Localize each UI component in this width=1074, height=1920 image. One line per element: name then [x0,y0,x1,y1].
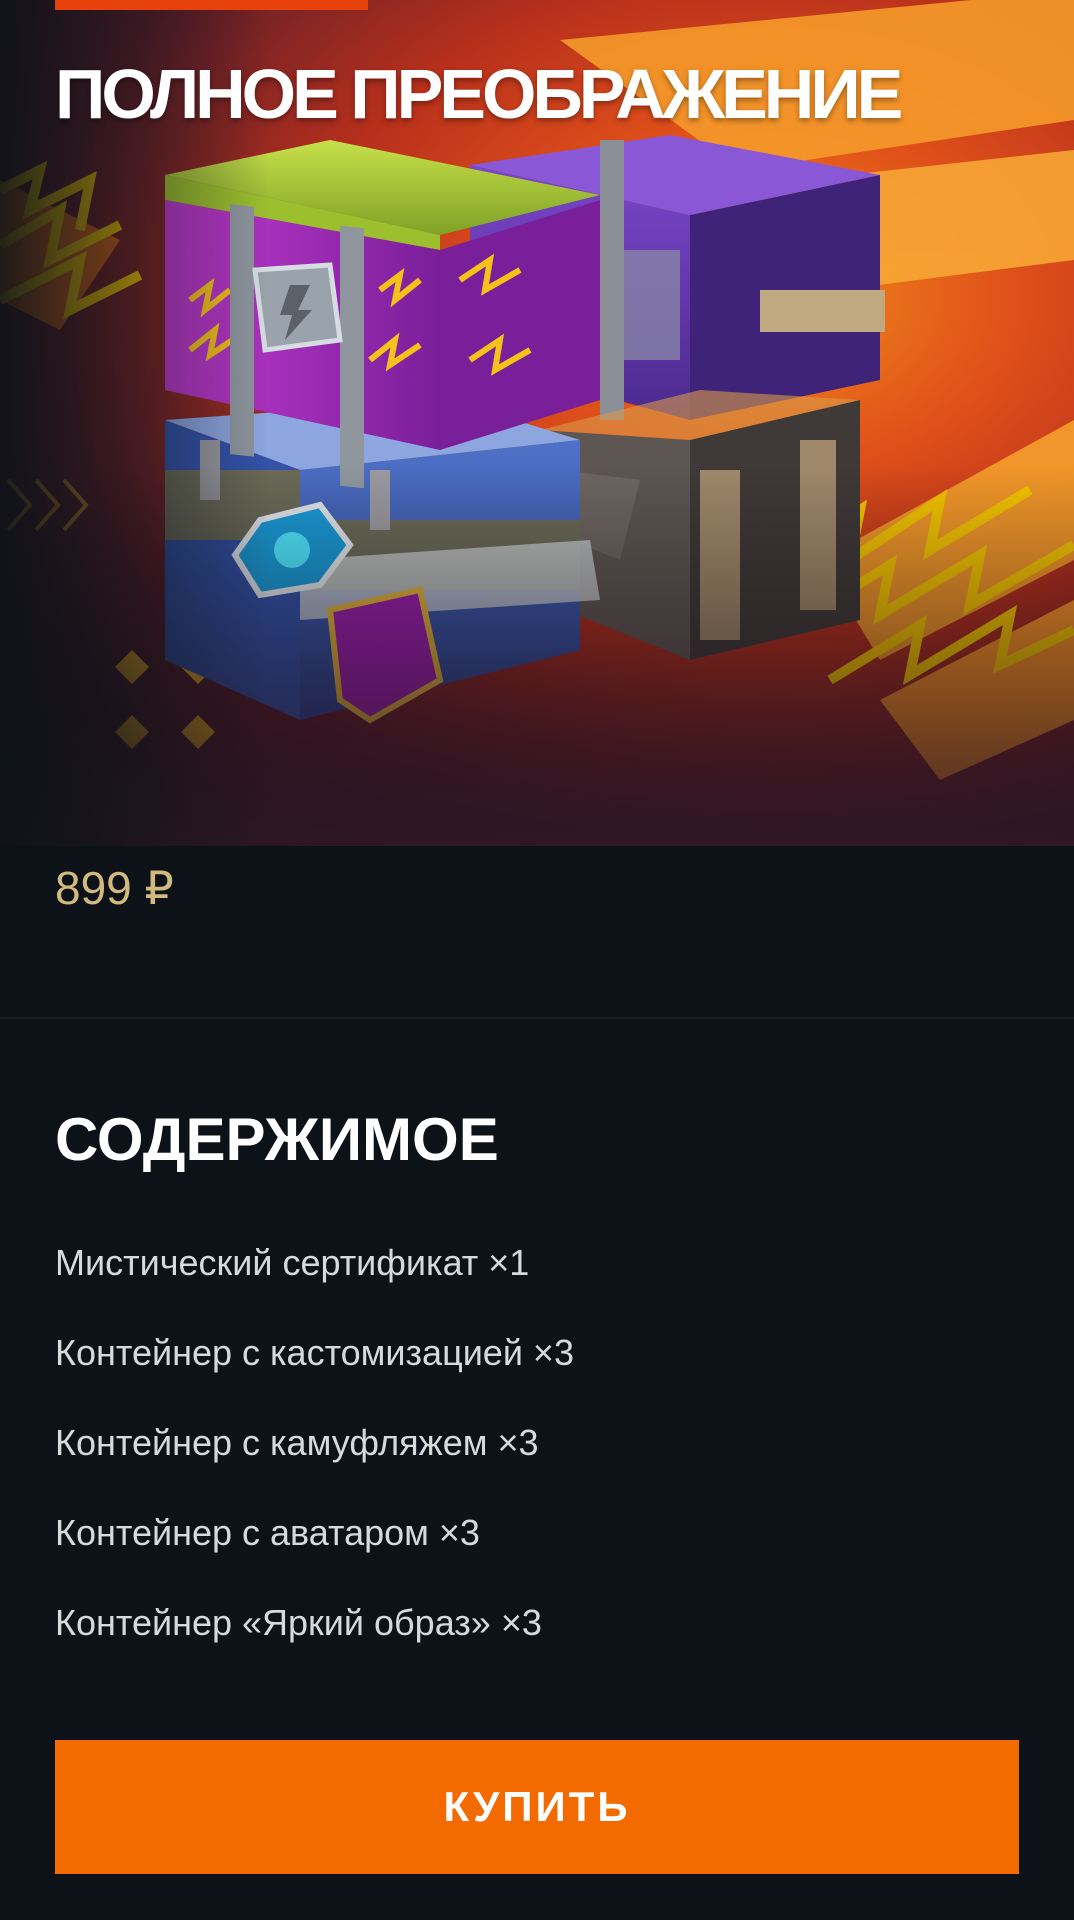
offer-price: 899 ₽ [55,862,174,914]
top-accent-bar [55,0,368,10]
section-divider [0,1017,1074,1019]
buy-button-label: КУПИТЬ [443,1783,631,1830]
contents-list: Мистический сертификат ×1 Контейнер с ка… [55,1238,574,1688]
contents-heading: СОДЕРЖИМОЕ [55,1106,499,1173]
buy-button[interactable]: КУПИТЬ [55,1740,1019,1874]
offer-title: ПОЛНОЕ ПРЕОБРАЖЕНИЕ [55,55,903,133]
list-item: Контейнер с аватаром ×3 [55,1512,480,1553]
list-item: Мистический сертификат ×1 [55,1242,530,1283]
list-item: Контейнер «Яркий образ» ×3 [55,1602,542,1643]
list-item: Контейнер с кастомизацией ×3 [55,1332,574,1373]
list-item: Контейнер с камуфляжем ×3 [55,1422,539,1463]
